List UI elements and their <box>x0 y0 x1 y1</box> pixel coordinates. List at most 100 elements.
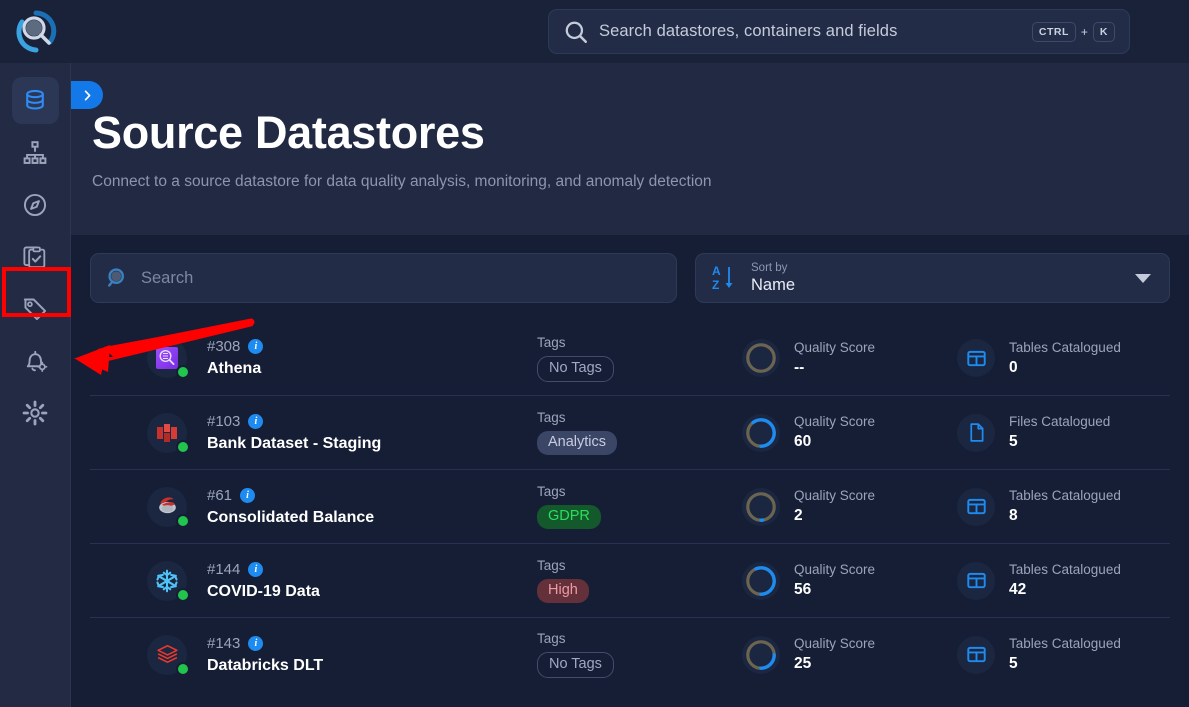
datastore-identity: #308 i Athena <box>207 338 537 378</box>
datastore-row[interactable]: #61 i Consolidated Balance Tags GDPR Qual… <box>90 469 1170 543</box>
quality-score-value: 2 <box>794 507 803 524</box>
quality-score-text: Quality Score 2 <box>794 488 875 525</box>
catalog-cell: Tables Catalogued 5 <box>957 635 1121 674</box>
compass-icon <box>23 193 47 216</box>
global-search-input[interactable]: Search datastores, containers and fields… <box>548 9 1130 54</box>
status-indicator <box>176 365 190 379</box>
datastore-row[interactable]: #308 i Athena Tags No Tags Quality Score … <box>90 321 1170 395</box>
tags-label: Tags <box>537 410 566 425</box>
sort-by-labels: Sort by Name <box>751 261 1135 295</box>
datastore-id: #103 <box>207 412 241 430</box>
datastore-name: Athena <box>207 360 262 377</box>
search-shortcut: CTRL + K <box>1031 21 1115 42</box>
datastore-icon <box>147 338 190 379</box>
tag-pill[interactable]: GDPR <box>537 505 601 529</box>
sidebar-item-checks[interactable] <box>12 233 59 280</box>
kbd-k: K <box>1092 21 1115 42</box>
sidebar-expand-button[interactable] <box>71 81 103 109</box>
catalog-icon-wrap <box>957 635 995 674</box>
datastore-row[interactable]: #143 i Databricks DLT Tags No Tags Qualit… <box>90 617 1170 691</box>
catalog-icon-wrap <box>957 413 995 452</box>
tag-pill[interactable]: Analytics <box>537 431 618 455</box>
info-icon[interactable]: i <box>248 339 264 354</box>
tags-label: Tags <box>537 334 566 350</box>
gear-icon <box>22 400 48 425</box>
quality-score-text: Quality Score 56 <box>794 562 875 599</box>
status-indicator <box>176 661 190 676</box>
tag-pill[interactable]: No Tags <box>537 355 614 382</box>
info-icon[interactable]: i <box>248 413 264 429</box>
svg-text:A: A <box>712 264 721 278</box>
datastore-icon <box>147 634 190 676</box>
sidebar-item-settings[interactable] <box>12 389 59 436</box>
status-indicator <box>176 439 190 454</box>
quality-score-value: 56 <box>794 581 812 598</box>
datastore-name: Bank Dataset - Staging <box>207 434 382 452</box>
quality-score-ring-wrap <box>742 339 780 377</box>
datastore-list: #308 i Athena Tags No Tags Quality Score … <box>90 321 1170 691</box>
sidebar-item-explore[interactable] <box>12 181 59 228</box>
quality-score-ring-wrap <box>742 561 780 600</box>
table-icon <box>966 646 986 663</box>
catalog-cell: Tables Catalogued 8 <box>957 487 1121 526</box>
quality-score-text: Quality Score -- <box>794 340 875 377</box>
search-icon <box>108 268 124 287</box>
datastore-identity: #143 i Databricks DLT <box>207 635 537 675</box>
datastore-id: #308 <box>207 338 241 355</box>
catalog-value: 5 <box>1009 655 1018 672</box>
sort-by-label: Sort by <box>751 262 788 274</box>
sidebar-item-datastores[interactable] <box>11 77 59 124</box>
tags-cell: Tags High <box>537 558 742 603</box>
catalog-text: Tables Catalogued 0 <box>1009 340 1121 377</box>
quality-score-cell: Quality Score 60 <box>742 413 957 452</box>
catalog-icon-wrap <box>957 339 995 377</box>
quality-score-ring <box>746 343 776 373</box>
tags-label: Tags <box>537 631 566 646</box>
tags-cell: Tags No Tags <box>537 631 742 678</box>
quality-score-cell: Quality Score -- <box>742 339 957 377</box>
table-icon <box>966 498 986 515</box>
status-indicator <box>176 587 190 602</box>
kbd-ctrl: CTRL <box>1031 21 1076 42</box>
catalog-text: Files Catalogued 5 <box>1009 414 1110 451</box>
chevron-down-icon[interactable] <box>1135 273 1151 283</box>
quality-score-cell: Quality Score 56 <box>742 561 957 600</box>
catalog-label: Files Catalogued <box>1009 414 1111 429</box>
datastore-id-line: #308 i <box>207 338 537 355</box>
sort-by-select[interactable]: A Z Sort by Name <box>695 253 1170 303</box>
datastore-icon <box>147 412 190 454</box>
quality-score-ring-wrap <box>742 487 780 526</box>
tag-pill[interactable]: No Tags <box>537 652 614 678</box>
datastore-row[interactable]: #144 i COVID-19 Data Tags High Quality Sc… <box>90 543 1170 617</box>
sitemap-icon <box>23 140 47 164</box>
svg-text:Z: Z <box>712 278 719 292</box>
search-input[interactable]: Search <box>90 253 677 303</box>
status-indicator <box>176 513 190 528</box>
tags-label: Tags <box>537 484 566 499</box>
datastore-icon <box>147 560 190 602</box>
sidebar-item-containers[interactable] <box>12 129 59 176</box>
quality-score-ring <box>746 565 776 596</box>
info-icon[interactable]: i <box>248 635 264 651</box>
datastore-identity: #61 i Consolidated Balance <box>207 487 537 527</box>
tags-cell: Tags No Tags <box>537 335 742 382</box>
catalog-text: Tables Catalogued 8 <box>1009 488 1121 525</box>
database-icon <box>26 89 44 110</box>
info-icon[interactable]: i <box>248 561 264 577</box>
tag-pill[interactable]: High <box>537 579 589 603</box>
global-search-placeholder: Search datastores, containers and fields <box>599 22 898 40</box>
info-icon[interactable]: i <box>240 487 256 503</box>
sidebar-item-tags[interactable] <box>12 285 59 332</box>
app-logo[interactable] <box>0 0 71 63</box>
datastore-id-line: #144 i <box>207 561 537 578</box>
quality-score-cell: Quality Score 2 <box>742 487 957 526</box>
datastore-id-line: #143 i <box>207 635 537 652</box>
page-hero: Source Datastores Connect to a source da… <box>71 63 1189 235</box>
datastore-row[interactable]: #103 i Bank Dataset - Staging Tags Analyt… <box>90 395 1170 469</box>
table-icon <box>966 572 986 589</box>
sidebar-item-notifications[interactable] <box>12 337 59 384</box>
file-icon <box>969 423 983 442</box>
catalog-cell: Files Catalogued 5 <box>957 413 1110 452</box>
search-placeholder: Search <box>141 268 194 287</box>
quality-score-label: Quality Score <box>794 414 876 429</box>
